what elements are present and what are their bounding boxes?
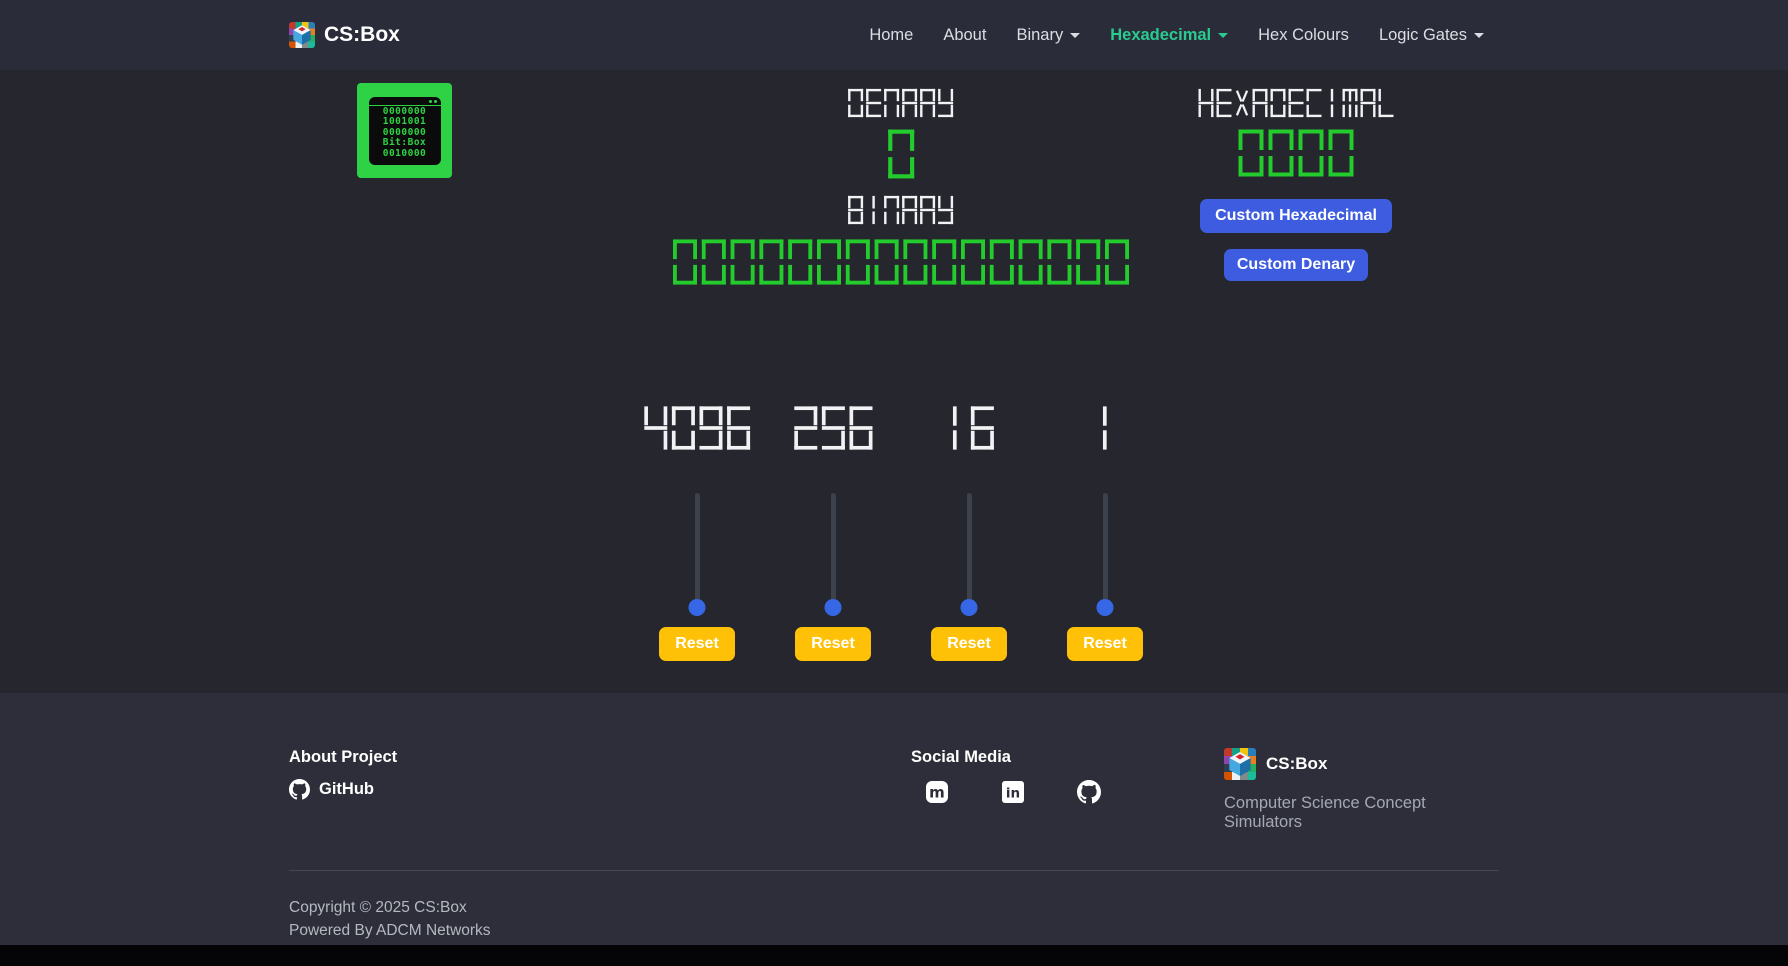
nav-binary-label: Binary [1016,26,1063,45]
page-bottom-strip [0,945,1788,966]
bitbox-row: 1001001 [369,117,441,128]
chevron-down-icon [1218,33,1228,38]
slider-track[interactable] [831,493,836,608]
slider-track[interactable] [967,493,972,608]
footer: About Project GitHub Social Media m [0,693,1788,945]
navbar: CS:Box Home About Binary Hexadecimal Hex… [0,0,1788,70]
slider-thumb[interactable] [961,599,978,616]
github-link-label: GitHub [319,780,374,799]
copyright-text: Copyright © 2025 CS:Box [289,896,1499,919]
brand-name: CS:Box [324,23,400,47]
slider-column-16: Reset [901,405,1037,661]
hexadecimal-display [1197,128,1395,178]
chevron-down-icon [1474,33,1484,38]
nav-hex-colours[interactable]: Hex Colours [1243,18,1364,53]
about-project-heading: About Project [289,748,911,767]
bitbox-window: 0000000 1001001 0000000 Bit:Box 0010000 [369,97,441,165]
nav-binary-dropdown[interactable]: Binary [1001,18,1095,53]
social-icons: m in [911,780,1224,804]
slider-track[interactable] [695,493,700,608]
slider-column-4096: Reset [629,405,765,661]
powered-by-text: Powered By ADCM Networks [289,919,1499,942]
page: CS:Box Home About Binary Hexadecimal Hex… [0,0,1788,966]
nav-hexadecimal-dropdown[interactable]: Hexadecimal [1095,18,1243,53]
github-icon[interactable] [1077,780,1101,804]
svg-text:in: in [1006,786,1020,802]
csbox-logo-icon [289,22,315,48]
bitbox-row: Bit:Box [369,138,441,149]
footer-brand-name: CS:Box [1266,754,1327,774]
slider-column-1: Reset [1037,405,1173,661]
place-value-display [792,405,875,451]
nav-home[interactable]: Home [854,18,928,53]
sliders-row: Reset Reset Reset Reset [629,405,1173,661]
nav-logic-gates-dropdown[interactable]: Logic Gates [1364,18,1499,53]
chevron-down-icon [1070,33,1080,38]
bitbox-logo: 0000000 1001001 0000000 Bit:Box 0010000 [357,83,452,178]
mastodon-icon[interactable]: m [925,780,949,804]
reset-button[interactable]: Reset [1067,627,1143,661]
nav-about[interactable]: About [928,18,1001,53]
slider-column-256: Reset [765,405,901,661]
place-value-display [642,405,752,451]
slider-thumb[interactable] [1097,599,1114,616]
brand-link[interactable]: CS:Box [289,22,400,48]
binary-display [671,238,1132,286]
slider-thumb[interactable] [689,599,706,616]
csbox-logo-icon [1224,748,1256,780]
github-link[interactable]: GitHub [289,779,911,800]
slider-track[interactable] [1103,493,1108,608]
social-media-heading: Social Media [911,748,1224,767]
nav-hexadecimal-label: Hexadecimal [1110,26,1211,45]
custom-hexadecimal-button[interactable]: Custom Hexadecimal [1200,199,1392,233]
linkedin-icon[interactable]: in [1001,780,1025,804]
custom-denary-button[interactable]: Custom Denary [1224,249,1368,281]
place-value-display [1091,405,1119,451]
reset-button[interactable]: Reset [931,627,1007,661]
nav-logic-gates-label: Logic Gates [1379,26,1467,45]
hexadecimal-label [1197,88,1395,118]
nav-links: Home About Binary Hexadecimal Hex Colour… [854,18,1499,53]
bitbox-row: 0010000 [369,149,441,160]
footer-divider [289,870,1499,871]
svg-text:m: m [929,784,945,802]
slider-thumb[interactable] [825,599,842,616]
denary-label [671,88,1132,118]
hexadecimal-simulator: 0000000 1001001 0000000 Bit:Box 0010000 … [0,70,1788,693]
github-icon [289,779,310,800]
footer-tagline: Computer Science Concept Simulators [1224,794,1499,832]
reset-button[interactable]: Reset [795,627,871,661]
denary-display [671,128,1132,180]
binary-label [671,195,1132,225]
reset-button[interactable]: Reset [659,627,735,661]
place-value-display [941,405,996,451]
